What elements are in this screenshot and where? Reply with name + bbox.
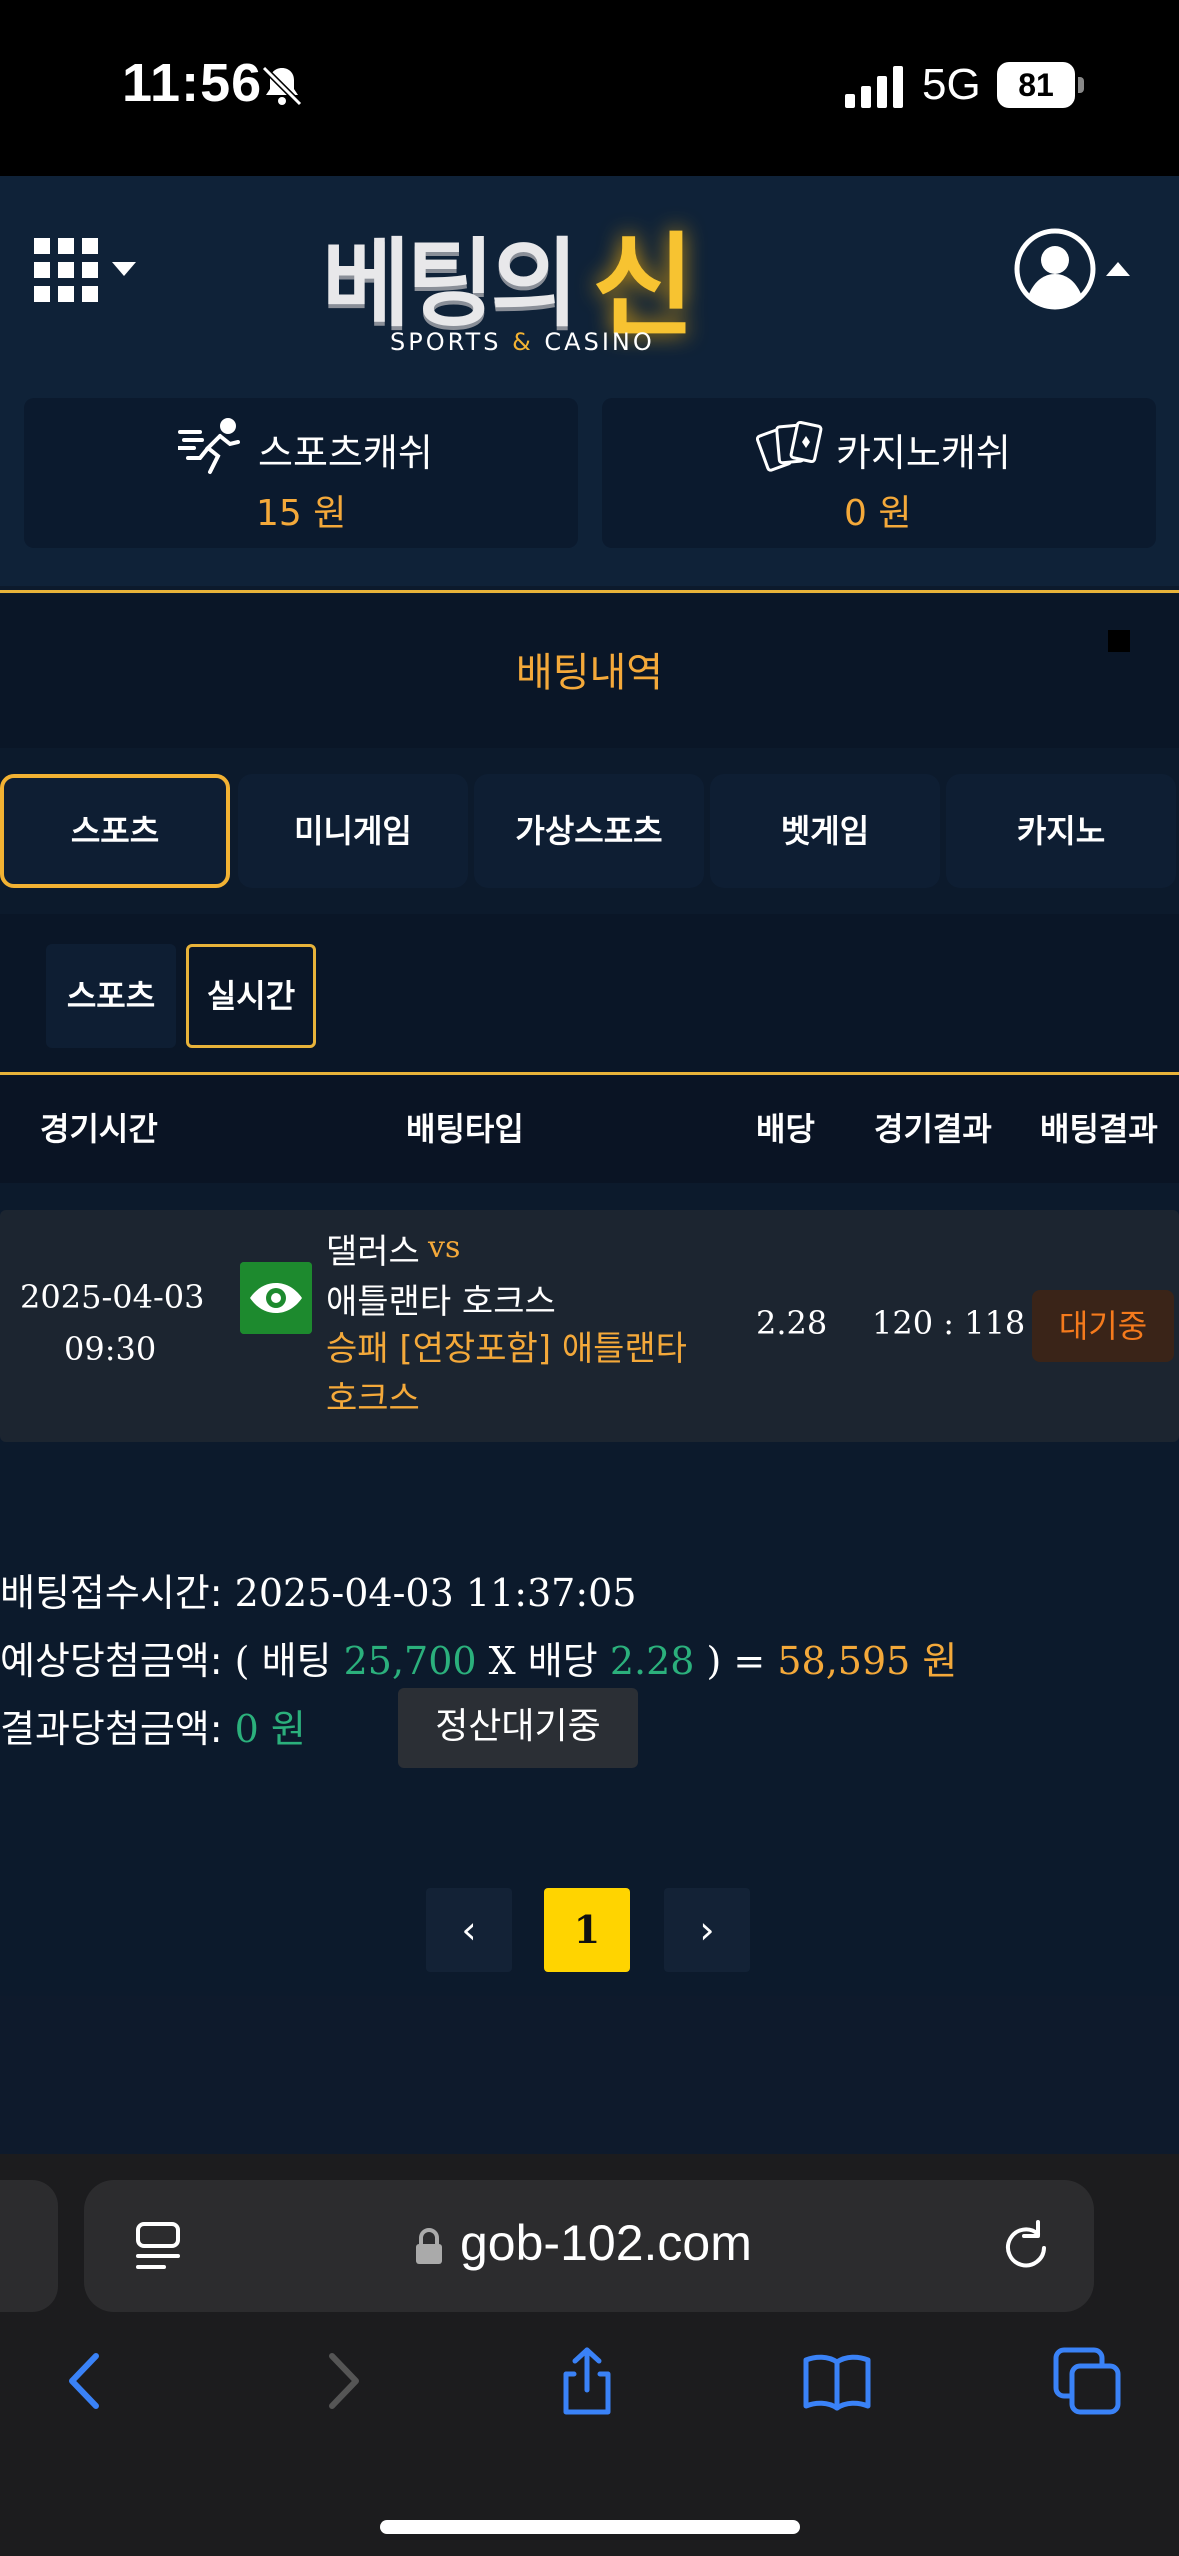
expected-amount: 58,595 원 (777, 1639, 958, 1683)
received-label: 배팅접수시간: (0, 1571, 223, 1615)
user-avatar-icon[interactable] (1014, 228, 1096, 310)
column-header-bet-type: 배팅타입 (406, 1110, 524, 1148)
home-indicator (380, 2520, 800, 2534)
back-arrow-icon[interactable] (52, 2346, 122, 2416)
network-type: 5G (922, 60, 981, 109)
logo-sub-right: CASINO (544, 328, 655, 356)
page-menu-icon[interactable] (134, 2220, 182, 2272)
tab-minigame[interactable]: 미니게임 (238, 774, 468, 888)
battery-indicator: 81 (997, 62, 1075, 108)
bell-slash-icon (261, 65, 303, 107)
close-eq: ) = (706, 1639, 766, 1683)
bookmarks-book-icon[interactable] (802, 2346, 872, 2416)
row-odds: 2.28 (756, 1304, 828, 1342)
expected-win-amount: 예상당첨금액: ( 배팅 25,700 X 배당 2.28 ) = 58,595… (0, 1630, 957, 1685)
pagination-next-button[interactable]: › (664, 1888, 750, 1972)
column-header-game-result: 경기결과 (874, 1110, 992, 1148)
sports-cash-value: 15 원 (256, 493, 347, 534)
cellular-signal-icon (845, 66, 903, 108)
status-time: 11:56 (122, 53, 263, 113)
table-header (0, 1075, 1179, 1183)
pagination-page-button[interactable]: 1 (544, 1888, 630, 1972)
logo-text: 베팅의 (322, 228, 579, 340)
row-vs: vs (428, 1230, 461, 1265)
forward-arrow-icon[interactable] (306, 2346, 376, 2416)
bet-received-time: 배팅접수시간: 2025-04-03 11:37:05 (0, 1562, 637, 1617)
reload-icon[interactable] (998, 2218, 1054, 2274)
received-value: 2025-04-03 11:37:05 (234, 1571, 637, 1615)
tab-casino[interactable]: 카지노 (946, 774, 1176, 888)
column-header-time: 경기시간 (40, 1110, 158, 1148)
result-amount: 0 원 (234, 1707, 306, 1751)
casino-cash-label: 카지노캐쉬 (836, 431, 1011, 475)
subtab-bar (0, 914, 1179, 1072)
pagination-prev-button[interactable]: ‹ (426, 1888, 512, 1972)
expected-label: 예상당첨금액: (0, 1639, 223, 1683)
column-header-odds: 배당 (756, 1110, 815, 1148)
sports-cash-label: 스포츠캐쉬 (258, 431, 433, 475)
menu-grid-icon[interactable] (34, 238, 98, 302)
close-square-icon[interactable] (1108, 630, 1130, 652)
previous-tab-preview[interactable] (0, 2180, 58, 2312)
settlement-status-badge: 정산대기중 (398, 1688, 638, 1768)
row-time: 09:30 (64, 1330, 157, 1368)
row-status-badge: 대기중 (1032, 1290, 1174, 1362)
tab-virtual-sports[interactable]: 가상스포츠 (474, 774, 704, 888)
playing-cards-icon (756, 420, 823, 472)
eye-icon[interactable] (240, 1262, 312, 1334)
tabs-overview-icon[interactable] (1052, 2346, 1122, 2416)
column-header-bet-result: 배팅결과 (1040, 1110, 1158, 1148)
battery-nub (1078, 77, 1084, 93)
x-odds: X 배당 (488, 1639, 598, 1683)
url-text[interactable]: gob-102.com (460, 2214, 752, 2272)
caret-up-icon[interactable] (1106, 262, 1130, 276)
row-bet-pick: 승패 [연장포함] 애틀랜타 호크스 (326, 1329, 687, 1419)
row-score: 120 : 118 (872, 1304, 1026, 1342)
result-label: 결과당첨금액: (0, 1707, 223, 1751)
share-icon[interactable] (552, 2346, 622, 2416)
divider (0, 590, 1179, 593)
caret-down-icon[interactable] (112, 262, 136, 276)
subtab-sports[interactable]: 스포츠 (46, 944, 176, 1048)
row-home-team: 댈러스 (326, 1232, 420, 1272)
casino-cash-value: 0 원 (844, 493, 912, 534)
tab-sports[interactable]: 스포츠 (0, 774, 230, 888)
logo-subtitle: SPORTS & CASINO (390, 328, 655, 356)
summary-odds: 2.28 (609, 1639, 695, 1683)
subtab-live[interactable]: 실시간 (186, 944, 316, 1048)
lock-icon (416, 2228, 442, 2264)
tab-betgame[interactable]: 벳게임 (710, 774, 940, 888)
row-date: 2025-04-03 (20, 1278, 205, 1316)
footer-band (0, 1996, 1179, 2154)
expected-open: ( 배팅 (234, 1639, 332, 1683)
logo-sub-amp: & (512, 328, 534, 356)
row-away-team: 애틀랜타 호크스 (326, 1282, 556, 1322)
logo-sub-left: SPORTS (390, 328, 502, 356)
bet-amount: 25,700 (343, 1639, 477, 1683)
running-sports-icon (178, 418, 240, 474)
page-title: 배팅내역 (515, 650, 664, 696)
result-win-amount: 결과당첨금액: 0 원 (0, 1698, 306, 1753)
